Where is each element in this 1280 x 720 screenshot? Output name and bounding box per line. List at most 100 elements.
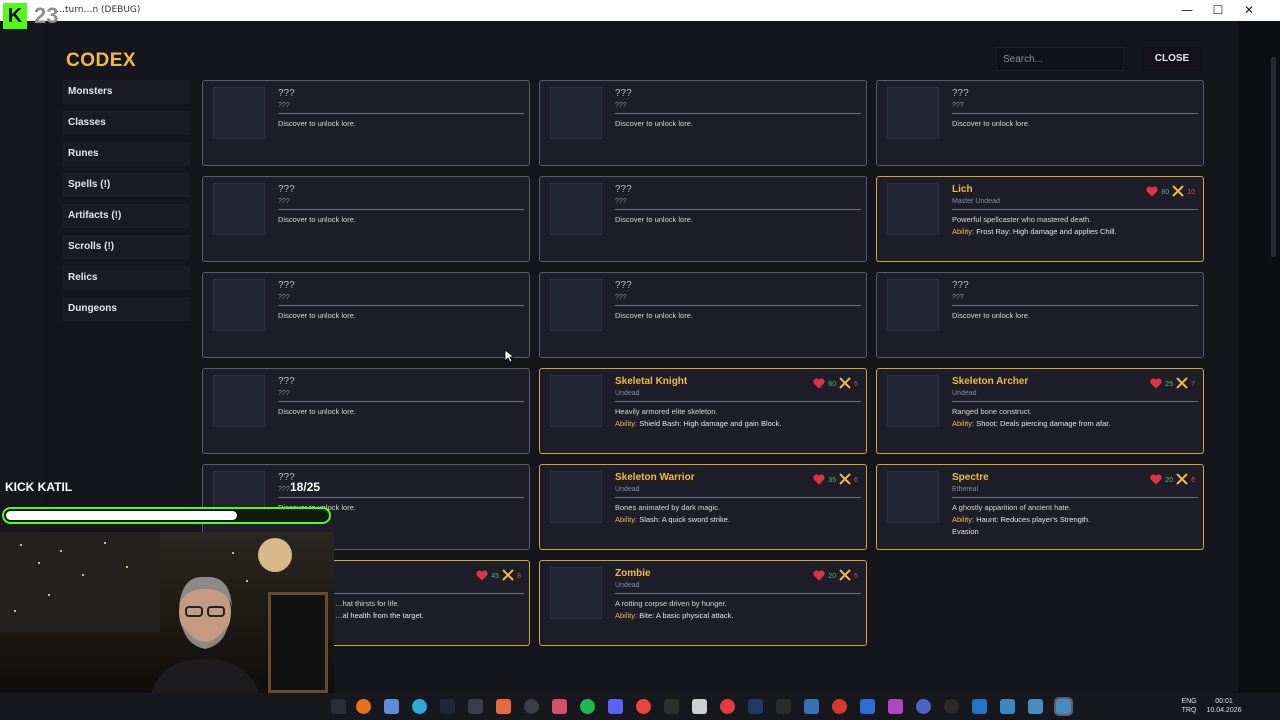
- ability-label: Ability:: [615, 611, 638, 620]
- figma-icon[interactable]: [552, 699, 567, 714]
- card-name: ???: [952, 280, 969, 291]
- card-divider: [615, 593, 861, 594]
- heart-icon: [813, 474, 825, 487]
- godot-icon: [550, 567, 602, 619]
- steam-icon[interactable]: [440, 699, 455, 714]
- chrome-icon[interactable]: [636, 699, 651, 714]
- minimize-button[interactable]: —: [1172, 2, 1202, 19]
- scrollbar[interactable]: [1271, 57, 1276, 257]
- card-divider: [615, 401, 861, 402]
- codex-card-locked[interactable]: ??? ??? Discover to unlock lore.: [539, 176, 867, 262]
- ability-text: Slash: A quick sword strike.: [639, 515, 731, 524]
- attack-value: 6: [854, 476, 858, 484]
- clock[interactable]: 00:01 10.04.2026: [1204, 697, 1244, 715]
- card-ability: Ability: Shoot: Deals piercing damage fr…: [952, 419, 1110, 428]
- app-icon[interactable]: [331, 699, 346, 714]
- codex-title: CODEX: [66, 50, 137, 71]
- category-dungeons[interactable]: Dungeons: [62, 297, 190, 321]
- search-input[interactable]: [996, 47, 1124, 71]
- notepad-icon[interactable]: [692, 699, 707, 714]
- card-type: Master Undead: [952, 198, 1000, 205]
- attack-value: 10: [1187, 188, 1195, 196]
- unreal-icon[interactable]: [944, 699, 959, 714]
- maximize-button[interactable]: ☐: [1203, 2, 1233, 19]
- codex-card-locked[interactable]: ??? ??? Discover to unlock lore.: [202, 368, 530, 454]
- slack-icon[interactable]: [384, 699, 399, 714]
- language-indicator[interactable]: ENG TRQ: [1178, 697, 1200, 715]
- codex-card-locked[interactable]: ??? ??? Discover to unlock lore.: [202, 176, 530, 262]
- codex-card-locked[interactable]: ??? ??? Discover to unlock lore.: [202, 80, 530, 166]
- codex-card-locked[interactable]: ??? ??? Discover to unlock lore.: [539, 80, 867, 166]
- card-divider: [278, 305, 524, 306]
- codex-card-skeletal-knight[interactable]: Skeletal Knight Undead 60 5 Heavily armo…: [539, 368, 867, 454]
- card-ability: Ability: Slash: A quick sword strike.: [615, 515, 730, 524]
- card-type: ???: [278, 486, 290, 493]
- codex-card-locked[interactable]: ??? ??? Discover to unlock lore.: [876, 272, 1204, 358]
- ability-text: Frost Ray: High damage and applies Chill…: [976, 227, 1117, 236]
- spotify-icon[interactable]: [580, 699, 595, 714]
- app-icon[interactable]: [468, 699, 483, 714]
- card-name: Spectre: [952, 472, 989, 483]
- app-icon[interactable]: [832, 699, 847, 714]
- clock-time: 00:01: [1215, 698, 1233, 705]
- app-icon[interactable]: [720, 699, 735, 714]
- firefox-icon[interactable]: [356, 699, 371, 714]
- terminal-icon[interactable]: [664, 699, 679, 714]
- fairy-light: [14, 610, 16, 612]
- app-icon[interactable]: [412, 699, 427, 714]
- close-button[interactable]: CLOSE: [1142, 47, 1202, 71]
- godot-active-icon[interactable]: [1054, 697, 1073, 716]
- photoshop-icon[interactable]: [748, 699, 763, 714]
- codex-card-spectre[interactable]: Spectre Ethereal 20 6 A ghostly appariti…: [876, 464, 1204, 550]
- card-desc: Discover to unlock lore.: [278, 407, 356, 416]
- app-icon[interactable]: [888, 699, 903, 714]
- heart-icon: [813, 570, 825, 583]
- codex-card-skeleton-archer[interactable]: Skeleton Archer Undead 25 7 Ranged bone …: [876, 368, 1204, 454]
- goal-label: KICK KATIL: [5, 480, 73, 494]
- app-icon[interactable]: [860, 699, 875, 714]
- goal-progress-fill: [6, 511, 238, 520]
- app-icon[interactable]: [496, 699, 511, 714]
- goal-count: 18/25: [290, 480, 320, 494]
- goal-current: 18: [290, 480, 304, 494]
- card-name: Skeletal Knight: [615, 376, 688, 387]
- codex-card-locked[interactable]: ??? ??? Discover to unlock lore.: [202, 272, 530, 358]
- app-icon[interactable]: [1000, 699, 1015, 714]
- codex-card-locked[interactable]: ??? ??? Discover to unlock lore.: [539, 272, 867, 358]
- app-icon[interactable]: [804, 699, 819, 714]
- discord-icon[interactable]: [608, 699, 623, 714]
- epic-games-icon[interactable]: [776, 699, 791, 714]
- category-relics[interactable]: Relics: [62, 266, 190, 290]
- codex-card-lich[interactable]: Lich Master Undead 80 10 Powerful spellc…: [876, 176, 1204, 262]
- card-type: ???: [278, 390, 290, 397]
- card-name: ???: [615, 184, 632, 195]
- category-monsters[interactable]: Monsters: [62, 80, 190, 104]
- godot-icon: [887, 471, 939, 523]
- category-scrolls[interactable]: Scrolls (!): [62, 235, 190, 259]
- godot-icon: [887, 375, 939, 427]
- card-desc: Discover to unlock lore.: [952, 119, 1030, 128]
- card-divider: [952, 497, 1198, 498]
- card-type: Ethereal: [952, 486, 979, 493]
- category-artifacts[interactable]: Artifacts (!): [62, 204, 190, 228]
- card-divider: [952, 113, 1198, 114]
- category-runes[interactable]: Runes: [62, 142, 190, 166]
- app-icon[interactable]: [916, 699, 931, 714]
- card-ability: Ability: Frost Ray: High damage and appl…: [952, 227, 1117, 236]
- app-icon[interactable]: [524, 699, 539, 714]
- window-close-button[interactable]: ✕: [1234, 2, 1264, 19]
- ability-text: Shield Bash: High damage and gain Block.: [639, 419, 782, 428]
- attack-value: 5: [854, 572, 858, 580]
- vscode-icon[interactable]: [972, 699, 987, 714]
- card-stats: 60 5: [813, 377, 858, 391]
- category-spells[interactable]: Spells (!): [62, 173, 190, 197]
- card-type: ???: [615, 198, 627, 205]
- category-classes[interactable]: Classes: [62, 111, 190, 135]
- codex-card-locked[interactable]: ??? ??? Discover to unlock lore.: [876, 80, 1204, 166]
- codex-card-skeleton-warrior[interactable]: Skeleton Warrior Undead 35 6 Bones anima…: [539, 464, 867, 550]
- card-name: ???: [952, 88, 969, 99]
- fairy-light: [20, 544, 22, 546]
- card-name: ???: [278, 88, 295, 99]
- codex-card-zombie[interactable]: Zombie Undead 20 5 A rotting corpse driv…: [539, 560, 867, 646]
- godot-taskbar-icon[interactable]: [1028, 699, 1043, 714]
